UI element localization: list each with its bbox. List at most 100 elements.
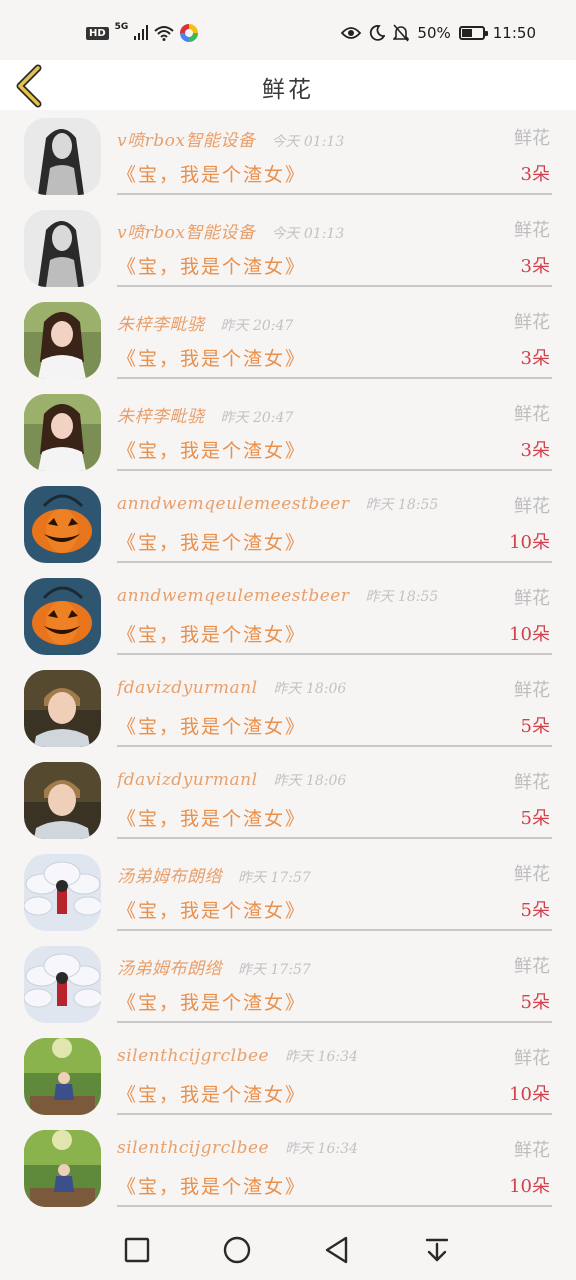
moon-icon [370, 25, 386, 41]
divider [117, 377, 552, 379]
timestamp: 昨天 16:34 [285, 1141, 358, 1157]
gift-count: 3朵 [520, 440, 550, 461]
name-line: fdavizdyurmanl 昨天 18:06 [117, 770, 456, 790]
list-item[interactable]: 汤弟姆布朗绺 昨天 17:57 鲜花 《宝，我是个渣女》 5朵 [0, 846, 576, 938]
hd-badge: HD [86, 26, 109, 40]
avatar[interactable] [24, 486, 101, 563]
gift-type-label: 鲜花 [514, 220, 550, 241]
name-line: 汤弟姆布朗绺 昨天 17:57 [117, 954, 456, 979]
list-item[interactable]: fdavizdyurmanl 昨天 18:06 鲜花《宝，我是个渣女》 5朵 [0, 754, 576, 846]
status-right: 50% 11:50 [341, 24, 536, 42]
avatar[interactable] [24, 394, 101, 471]
home-button[interactable] [217, 1230, 257, 1270]
gift-type-label: 鲜花 [514, 1140, 550, 1161]
gift-count: 3朵 [520, 164, 550, 185]
nav-back-button[interactable] [317, 1230, 357, 1270]
list-item[interactable]: 朱梓李毗骁 昨天 20:47 鲜花 《宝，我是个渣女》 3朵 [0, 294, 576, 386]
avatar[interactable] [24, 302, 101, 379]
gift-count: 5朵 [520, 808, 550, 829]
sender-name[interactable]: v喷rbox智能设备 [117, 131, 255, 151]
list-item[interactable]: anndwemqeulemeestbeer 昨天 18:55 鲜花 《宝，我是个渣女》… [0, 570, 576, 662]
list-item[interactable]: silenthcijgrclbee 昨天 16:34 鲜花 《宝，我是个渣女》 10朵 [0, 1030, 576, 1122]
gift-message: 《宝，我是个渣女》 [117, 440, 307, 462]
avatar[interactable] [24, 1130, 101, 1207]
eye-icon [341, 27, 362, 39]
name-line: fdavizdyurmanl 昨天 18:06 [117, 678, 456, 698]
timestamp: 昨天 20:47 [220, 318, 294, 334]
battery-icon [458, 26, 488, 40]
page-title: 鲜花 [262, 77, 314, 103]
sender-name[interactable]: silenthcijgrclbee [117, 1046, 269, 1066]
sender-name[interactable]: fdavizdyurmanl [117, 678, 258, 698]
avatar[interactable] [24, 578, 101, 655]
gift-count: 10朵 [509, 532, 550, 553]
sender-name[interactable]: silenthcijgrclbee [117, 1138, 269, 1158]
gift-list: v喷rbox智能设备 今天 01:13 鲜花 《宝，我是个渣女》 3朵 v喷rbox智能设… [0, 110, 576, 1214]
gift-message: 《宝，我是个渣女》 [117, 256, 307, 278]
sender-name[interactable]: fdavizdyurmanl [117, 770, 258, 790]
sender-name[interactable]: 朱梓李毗骁 [117, 315, 205, 335]
gift-count: 10朵 [509, 1176, 550, 1197]
sender-name[interactable]: 汤弟姆布朗绺 [117, 959, 222, 979]
triangle-back-icon [325, 1236, 348, 1264]
recent-apps-button[interactable] [117, 1230, 157, 1270]
timestamp: 昨天 18:55 [365, 589, 439, 605]
name-line: anndwemqeulemeestbeer 昨天 18:55 [117, 494, 456, 514]
divider [117, 1021, 552, 1023]
square-icon [124, 1237, 150, 1263]
gift-type-label: 鲜花 [514, 496, 550, 517]
name-line: 汤弟姆布朗绺 昨天 17:57 [117, 862, 456, 887]
gift-message: 《宝，我是个渣女》 [117, 900, 307, 922]
divider [117, 653, 552, 655]
gift-type-label: 鲜花 [514, 404, 550, 425]
gift-message: 《宝，我是个渣女》 [117, 532, 307, 554]
list-item[interactable]: 朱梓李毗骁 昨天 20:47 鲜花《宝，我是个渣女》 3朵 [0, 386, 576, 478]
list-item[interactable]: fdavizdyurmanl 昨天 18:06 鲜花《宝，我是个渣女》 5朵 [0, 662, 576, 754]
mute-bell-icon [393, 24, 410, 42]
gift-message: 《宝，我是个渣女》 [117, 1084, 307, 1106]
list-item[interactable]: anndwemqeulemeestbeer 昨天 18:55 鲜花《宝，我是个渣女》… [0, 478, 576, 570]
avatar[interactable] [24, 854, 101, 931]
gift-message: 《宝，我是个渣女》 [117, 348, 307, 370]
gift-message: 《宝，我是个渣女》 [117, 624, 307, 646]
notification-shade-button[interactable] [417, 1230, 457, 1270]
gift-type-label: 鲜花 [514, 772, 550, 793]
battery-percent: 50% [417, 24, 451, 42]
sender-name[interactable]: anndwemqeulemeestbeer [117, 494, 349, 514]
name-line: v喷rbox智能设备 今天 01:13 [117, 126, 456, 151]
circle-icon [223, 1236, 251, 1264]
name-line: silenthcijgrclbee 昨天 16:34 [117, 1046, 456, 1066]
avatar[interactable] [24, 946, 101, 1023]
network-type: 5G [114, 21, 129, 32]
list-item[interactable]: 汤弟姆布朗绺 昨天 17:57 鲜花 《宝，我是个渣女》 5朵 [0, 938, 576, 1030]
divider [117, 929, 552, 931]
gift-message: 《宝，我是个渣女》 [117, 164, 307, 186]
gift-count: 5朵 [520, 900, 550, 921]
name-line: 朱梓李毗骁 昨天 20:47 [117, 402, 456, 427]
status-bar: HD 5G 50% 11:50 [0, 0, 576, 60]
gift-count: 10朵 [509, 624, 550, 645]
avatar[interactable] [24, 1038, 101, 1115]
avatar[interactable] [24, 118, 101, 195]
list-item[interactable]: v喷rbox智能设备 今天 01:13 鲜花 《宝，我是个渣女》 3朵 [0, 202, 576, 294]
gift-message: 《宝，我是个渣女》 [117, 716, 307, 738]
avatar[interactable] [24, 210, 101, 287]
gift-count: 10朵 [509, 1084, 550, 1105]
name-line: anndwemqeulemeestbeer 昨天 18:55 [117, 586, 456, 606]
timestamp: 昨天 17:57 [238, 962, 311, 978]
name-line: 朱梓李毗骁 昨天 20:47 [117, 310, 456, 335]
sender-name[interactable]: v喷rbox智能设备 [117, 223, 255, 243]
avatar[interactable] [24, 762, 101, 839]
sender-name[interactable]: anndwemqeulemeestbeer [117, 586, 349, 606]
timestamp: 昨天 17:57 [238, 870, 311, 886]
gift-count: 5朵 [520, 716, 550, 737]
sender-name[interactable]: 汤弟姆布朗绺 [117, 867, 222, 887]
list-item[interactable]: v喷rbox智能设备 今天 01:13 鲜花 《宝，我是个渣女》 3朵 [0, 110, 576, 202]
gift-message: 《宝，我是个渣女》 [117, 808, 307, 830]
avatar[interactable] [24, 670, 101, 747]
timestamp: 今天 01:13 [271, 134, 345, 150]
app-notification-icon [180, 24, 199, 42]
sender-name[interactable]: 朱梓李毗骁 [117, 407, 205, 427]
gift-type-label: 鲜花 [514, 680, 550, 701]
list-item[interactable]: silenthcijgrclbee 昨天 16:34 鲜花 《宝，我是个渣女》 10朵 [0, 1122, 576, 1214]
